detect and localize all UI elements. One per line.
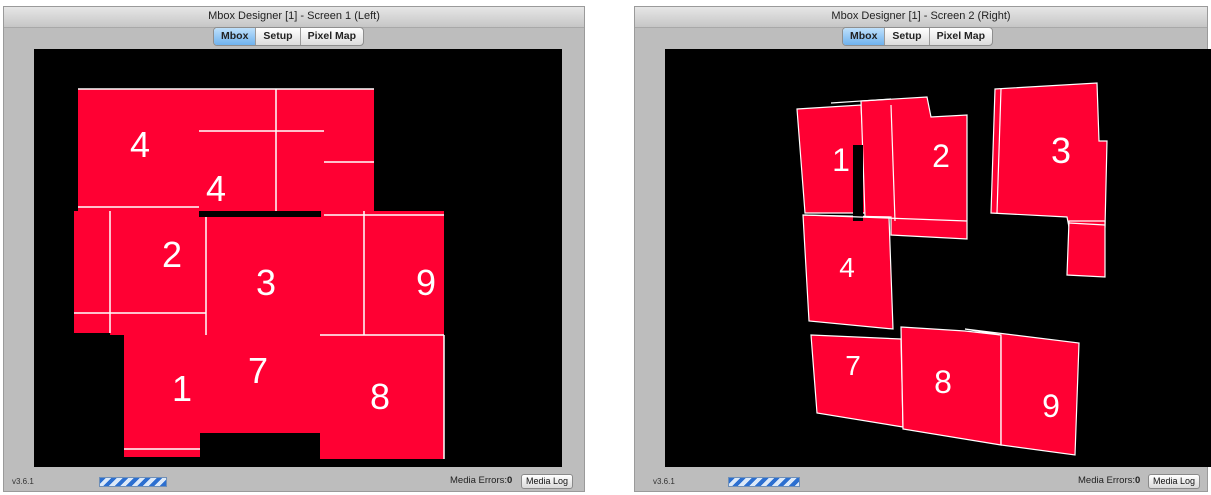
right-title-bar: Mbox Designer [1] - Screen 2 (Right) (635, 7, 1207, 28)
label-9: 9 (1042, 388, 1060, 424)
label-8: 8 (934, 364, 952, 400)
left-tab-pixel-map[interactable]: Pixel Map (301, 28, 363, 45)
left-window-title: Mbox Designer [1] - Screen 1 (Left) (208, 10, 380, 22)
left-screen-layout: 4 4 2 3 9 1 7 8 (74, 88, 445, 459)
right-designer-window: Mbox Designer [1] - Screen 2 (Right) Mbo… (634, 6, 1211, 492)
right-tab-mbox[interactable]: Mbox (843, 28, 886, 45)
left-gap-bar (199, 211, 321, 217)
left-media-log-button[interactable]: Media Log (521, 474, 574, 489)
label-7: 7 (248, 350, 268, 391)
label-3: 3 (256, 262, 276, 303)
label-4-top: 4 (130, 124, 150, 165)
label-9: 9 (416, 262, 436, 303)
left-designer-window: Mbox Designer [1] - Screen 1 (Left) Mbox… (3, 6, 585, 492)
panel-3 (204, 215, 366, 341)
panel-3-tail (1066, 220, 1106, 278)
left-title-bar: Mbox Designer [1] - Screen 1 (Left) (4, 7, 584, 28)
label-3: 3 (1051, 130, 1071, 171)
left-view-tabs: Mbox Setup Pixel Map (213, 27, 365, 46)
left-tab-mbox[interactable]: Mbox (214, 28, 257, 45)
label-2: 2 (162, 234, 182, 275)
left-version-label: v3.6.1 (12, 477, 34, 486)
right-progress-bar (728, 477, 800, 487)
panel-7 (810, 334, 904, 428)
panel-3 (990, 82, 1108, 228)
left-media-errors: Media Errors:0 (450, 475, 512, 486)
left-preview-canvas: 4 4 2 3 9 1 7 8 (34, 49, 562, 467)
right-version-label: v3.6.1 (653, 477, 675, 486)
label-4-mid: 4 (206, 168, 226, 209)
right-tab-setup[interactable]: Setup (885, 28, 930, 45)
label-8: 8 (370, 376, 390, 417)
label-2: 2 (932, 138, 950, 174)
left-media-errors-label: Media Errors: (450, 475, 508, 486)
label-1: 1 (172, 368, 192, 409)
right-media-log-button[interactable]: Media Log (1148, 474, 1201, 489)
right-media-errors: Media Errors:0 (1078, 475, 1140, 486)
left-tab-setup[interactable]: Setup (256, 28, 301, 45)
left-media-errors-count: 0 (507, 475, 513, 486)
right-view-tabs: Mbox Setup Pixel Map (842, 27, 994, 46)
left-progress-bar (99, 477, 167, 487)
right-tab-pixel-map[interactable]: Pixel Map (930, 28, 992, 45)
right-gap-slot (853, 145, 863, 221)
panel-2-left-edge (74, 211, 114, 333)
right-window-title: Mbox Designer [1] - Screen 2 (Right) (831, 10, 1011, 22)
right-preview-canvas: 1 2 3 4 7 8 9 (665, 49, 1211, 467)
right-screen-layout: 1 2 3 4 7 8 9 (796, 82, 1108, 456)
label-4: 4 (839, 252, 855, 283)
panel-2 (110, 209, 206, 335)
right-media-errors-label: Media Errors: (1078, 475, 1136, 486)
right-media-errors-count: 0 (1135, 475, 1141, 486)
label-7: 7 (845, 350, 861, 381)
label-1: 1 (832, 142, 850, 178)
